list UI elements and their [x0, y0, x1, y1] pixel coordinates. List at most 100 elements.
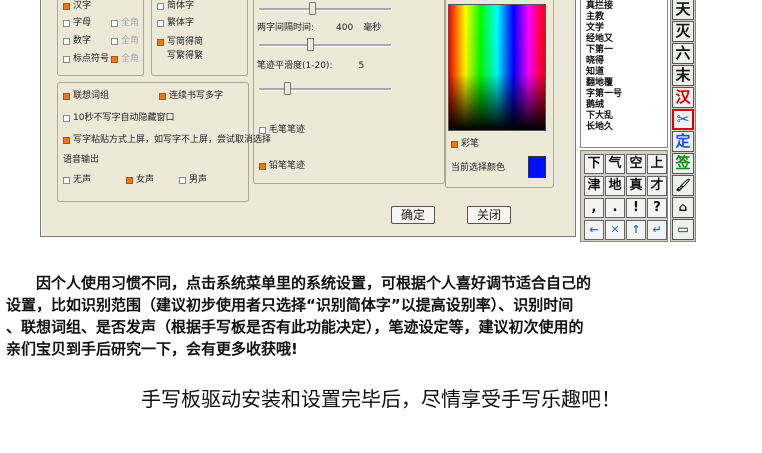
candidate-item[interactable]: 文学 — [586, 23, 622, 34]
keypad-key[interactable]: 气 — [605, 154, 625, 174]
check-label: 毛笔笔迹 — [269, 125, 306, 135]
keypad-key[interactable]: 空 — [626, 154, 646, 174]
checkbox[interactable] — [159, 92, 166, 100]
ok-button[interactable]: 确定 — [391, 206, 435, 224]
checkbox[interactable] — [63, 92, 70, 100]
sidebar-key[interactable]: 灭 — [672, 21, 694, 42]
check-digits[interactable]: 数字 — [63, 35, 91, 47]
keypad-key[interactable]: 上 — [647, 154, 667, 174]
sidebar-key[interactable]: 汉 — [672, 87, 694, 108]
check-pencil-stroke[interactable]: 铅笔笔迹 — [259, 160, 305, 172]
candidate-item[interactable]: 鹅绒 — [586, 100, 622, 111]
slider-thumb[interactable] — [307, 38, 314, 51]
sidebar-key[interactable]: ✂ — [672, 109, 694, 130]
keypad-key[interactable]: 才 — [647, 176, 667, 196]
interval-slider[interactable] — [259, 38, 391, 52]
candidate-item[interactable]: 主教 — [586, 12, 622, 23]
slider-thumb[interactable] — [309, 2, 316, 15]
slider-thumb[interactable] — [284, 82, 291, 95]
slogan-text: 手写板驱动安装和设置完毕后，尽情享受手写乐趣吧！ — [141, 387, 621, 411]
check-punct-fullwidth[interactable]: 全角 — [111, 53, 139, 65]
checkbox[interactable] — [111, 55, 118, 63]
keypad-key[interactable]: 地 — [605, 176, 625, 196]
voice-output-label: 语音输出 — [63, 154, 99, 166]
checkbox[interactable] — [157, 2, 164, 10]
candidate-item[interactable]: 字第一号 — [586, 89, 622, 100]
keypad-key[interactable]: 津 — [584, 176, 604, 196]
checkbox[interactable] — [111, 37, 118, 45]
check-color-pen[interactable]: 彩笔 — [451, 138, 479, 150]
close-button[interactable]: 关闭 — [467, 206, 511, 224]
check-paste-mode[interactable]: 写字粘贴方式上屏，如写字不上屏，尝试取消选择 — [63, 134, 271, 146]
check-label: 连续书写多字 — [169, 91, 224, 101]
candidate-item[interactable]: 知道 — [586, 67, 622, 78]
checkbox[interactable] — [157, 38, 164, 46]
check-auto-hide[interactable]: 10秒不写字自动隐藏窗口 — [63, 112, 174, 124]
keypad-key[interactable]: , — [584, 198, 604, 218]
check-brush-stroke[interactable]: 毛笔笔迹 — [259, 124, 305, 136]
checkbox[interactable] — [451, 140, 458, 148]
check-letters[interactable]: 字母 — [63, 17, 91, 29]
checkbox[interactable] — [259, 126, 266, 134]
checkbox[interactable] — [63, 2, 70, 10]
keypad-key[interactable]: ✕ — [605, 220, 625, 240]
check-continuous-writing[interactable]: 连续书写多字 — [159, 90, 223, 102]
sidebar-key[interactable]: 定 — [672, 131, 694, 152]
candidate-item[interactable]: 真拦接 — [586, 1, 622, 12]
candidate-item[interactable]: 经地又 — [586, 34, 622, 45]
checkbox[interactable] — [111, 19, 118, 27]
radio-silent[interactable]: 无声 — [63, 174, 91, 186]
check-label: 写字粘贴方式上屏，如写字不上屏，尝试取消选择 — [73, 135, 272, 145]
checkbox[interactable] — [63, 136, 70, 144]
radio-female[interactable]: 女声 — [126, 174, 154, 186]
candidate-panel: 真拦接 主教 文学 经地又 下第一 晓得 知道 翻地覆 字第一号 鹅绒 下大乱 长地久 — [580, 0, 668, 148]
slider-track — [259, 8, 391, 11]
interval-value: 400 — [336, 23, 354, 33]
candidate-item[interactable]: 长地久 — [586, 122, 622, 133]
check-simplified[interactable]: 简体字 — [157, 0, 194, 12]
description-line-2: 设置，比如识别范围（建议初步使用者只选择“识别简体字”以提高设别率）、识别时间 — [6, 296, 574, 314]
candidate-item[interactable]: 下大乱 — [586, 111, 622, 122]
keypad-key[interactable]: 下 — [584, 154, 604, 174]
check-punctuation[interactable]: 标点符号 — [63, 53, 109, 65]
check-word-association[interactable]: 联想词组 — [63, 90, 109, 102]
check-letters-fullwidth[interactable]: 全角 — [111, 17, 139, 29]
sidebar-key[interactable]: 🖌 — [672, 175, 694, 196]
keypad-key[interactable]: 真 — [626, 176, 646, 196]
sidebar-key[interactable]: 末 — [672, 65, 694, 86]
candidate-item[interactable]: 翻地覆 — [586, 78, 622, 89]
keypad-key[interactable]: ↑ — [626, 220, 646, 240]
checkbox[interactable] — [157, 19, 164, 27]
check-digits-fullwidth[interactable]: 全角 — [111, 35, 139, 47]
checkbox[interactable] — [63, 55, 70, 63]
radio[interactable] — [179, 176, 186, 184]
radio[interactable] — [63, 176, 70, 184]
check-traditional[interactable]: 繁体字 — [157, 17, 194, 29]
check-write-simple[interactable]: 写简得简 — [157, 36, 203, 48]
candidate-item[interactable]: 下第一 — [586, 45, 622, 56]
check-label: 写繁得繁 — [167, 51, 204, 61]
checkbox[interactable] — [63, 19, 70, 27]
radio[interactable] — [126, 176, 133, 184]
slider-track — [259, 88, 391, 91]
smooth-slider[interactable] — [259, 82, 391, 96]
sidebar-key[interactable]: ⌂ — [672, 197, 694, 218]
radio-male[interactable]: 男声 — [179, 174, 207, 186]
color-palette[interactable] — [448, 4, 546, 131]
candidate-item[interactable]: 晓得 — [586, 56, 622, 67]
keypad-key[interactable]: ? — [647, 198, 667, 218]
top-slider[interactable] — [259, 2, 391, 16]
sidebar-key[interactable]: ▭ — [672, 219, 694, 240]
check-hanzi[interactable]: 汉字 — [63, 0, 91, 12]
sidebar-key[interactable]: 六 — [672, 43, 694, 64]
checkbox[interactable] — [63, 37, 70, 45]
keypad-key[interactable]: ! — [626, 198, 646, 218]
checkbox[interactable] — [259, 162, 266, 170]
keypad-key[interactable]: ↵ — [647, 220, 667, 240]
keypad-key[interactable]: ← — [584, 220, 604, 240]
check-label: 全角 — [121, 54, 140, 64]
checkbox[interactable] — [63, 114, 70, 122]
sidebar-key[interactable]: 签 — [672, 153, 694, 174]
keypad-key[interactable]: . — [605, 198, 625, 218]
sidebar-key[interactable]: 天 — [672, 0, 694, 20]
